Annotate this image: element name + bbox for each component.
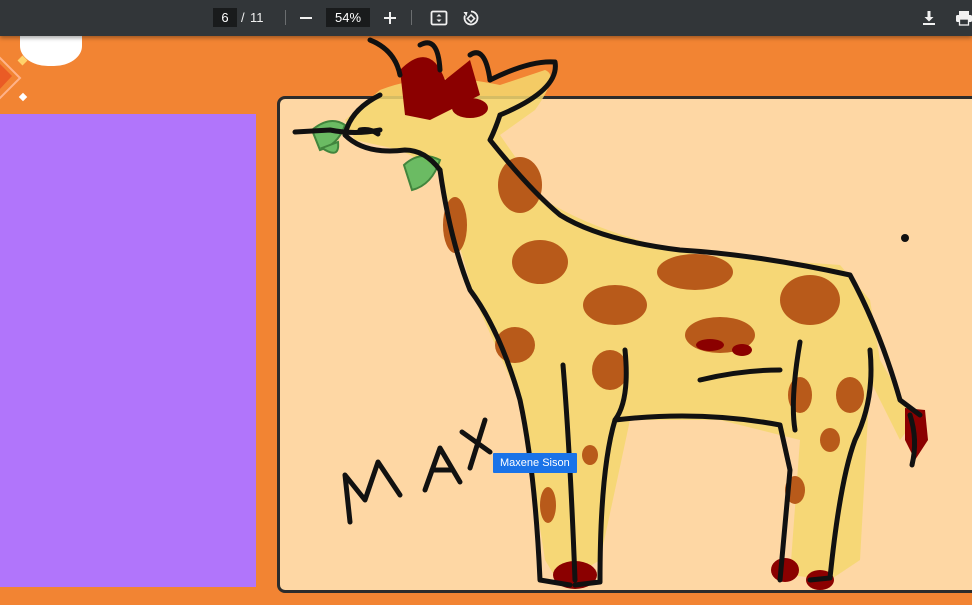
print-icon xyxy=(956,11,972,26)
download-icon xyxy=(923,11,935,25)
toolbar-divider xyxy=(285,10,286,25)
page-total: 11 xyxy=(250,10,264,25)
pdf-toolbar: / 11 xyxy=(0,0,972,36)
zoom-out-icon xyxy=(300,17,312,19)
ink-dot xyxy=(901,234,909,242)
zoom-in-icon xyxy=(384,12,396,24)
zoom-in-button[interactable] xyxy=(378,6,402,30)
fit-page-button[interactable] xyxy=(427,6,451,30)
page-number-input[interactable] xyxy=(213,8,237,27)
zoom-out-button[interactable] xyxy=(294,6,318,30)
toolbar-divider xyxy=(411,10,412,25)
fit-page-icon xyxy=(430,10,448,26)
download-button[interactable] xyxy=(917,6,941,30)
page-separator: / xyxy=(241,10,245,25)
giraffe-body-fill xyxy=(345,70,915,585)
handwritten-max xyxy=(342,417,493,525)
print-button[interactable] xyxy=(952,6,972,30)
rotate-icon xyxy=(463,10,479,26)
collaborator-name-tag: Maxene Sison xyxy=(493,453,577,473)
zoom-input[interactable] xyxy=(326,8,370,27)
rotate-button[interactable] xyxy=(459,6,483,30)
giraffe-drawing xyxy=(292,37,928,590)
